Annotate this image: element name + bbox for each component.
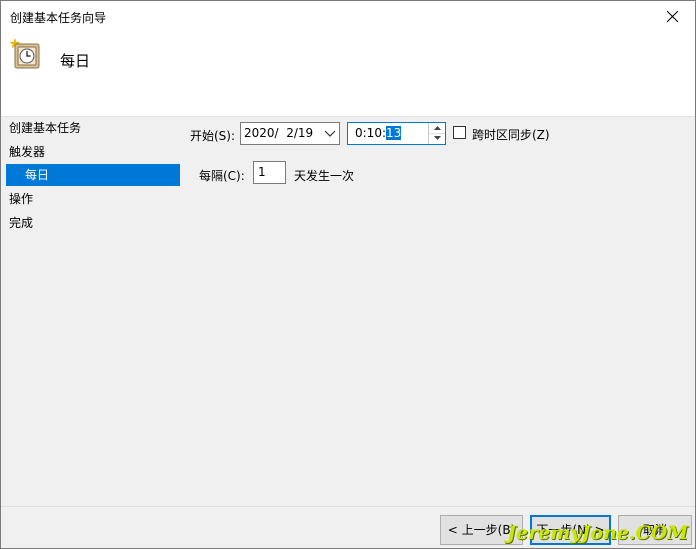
- close-icon: [666, 10, 678, 22]
- start-time-value: 0:10:13: [355, 126, 402, 140]
- wizard-steps-sidebar: 创建基本任务 触发器 每日 操作 完成: [1, 117, 186, 447]
- step-daily[interactable]: 每日: [6, 164, 180, 186]
- step-create-basic-task[interactable]: 创建基本任务: [1, 117, 81, 139]
- spin-down-button[interactable]: [429, 133, 445, 143]
- step-finish[interactable]: 完成: [1, 212, 33, 234]
- time-selected-seconds: 13: [386, 126, 402, 140]
- task-wizard-window: 创建基本任务向导 每日 创建基本任务 触发器 每日 操作 完成 开始(S): 2…: [0, 0, 696, 549]
- title-bar: 创建基本任务向导: [1, 1, 695, 31]
- next-button[interactable]: 下一步(N) >: [530, 515, 611, 545]
- start-date-value: 2020/ 2/19: [244, 126, 314, 140]
- recur-label: 每隔(C):: [199, 169, 245, 183]
- start-date-picker[interactable]: 2020/ 2/19: [240, 122, 340, 145]
- cancel-button[interactable]: 取消: [618, 515, 692, 545]
- clock-task-icon: [9, 38, 40, 69]
- recur-days-input[interactable]: 1: [253, 161, 286, 184]
- recur-days-value: 1: [258, 165, 266, 179]
- step-action[interactable]: 操作: [1, 188, 33, 210]
- back-button[interactable]: < 上一步(B): [440, 515, 523, 545]
- step-trigger[interactable]: 触发器: [1, 141, 45, 163]
- spin-down-icon: [433, 136, 441, 140]
- wizard-header: 每日: [1, 31, 695, 117]
- spin-up-icon: [433, 126, 441, 130]
- recur-suffix: 天发生一次: [294, 169, 355, 183]
- sync-timezone-label[interactable]: 跨时区同步(Z): [472, 126, 550, 143]
- start-label: 开始(S):: [190, 129, 236, 143]
- time-spinner: [428, 123, 445, 144]
- footer-divider: [1, 506, 695, 507]
- chevron-down-icon[interactable]: [324, 127, 336, 139]
- sync-timezone-checkbox[interactable]: [453, 126, 466, 139]
- close-button[interactable]: [649, 1, 695, 31]
- start-time-field[interactable]: 0:10:13: [347, 122, 446, 145]
- time-prefix: 0:10:: [355, 126, 386, 140]
- window-title: 创建基本任务向导: [10, 11, 107, 25]
- page-title: 每日: [60, 52, 91, 70]
